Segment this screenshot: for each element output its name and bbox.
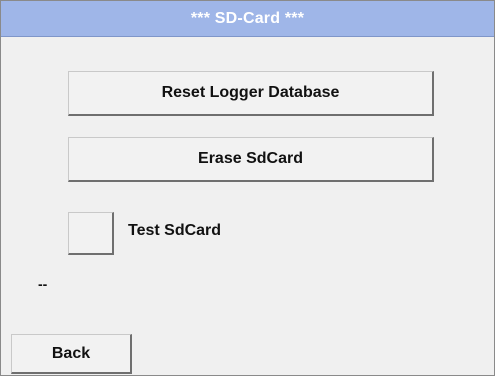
erase-sdcard-button[interactable]: Erase SdCard xyxy=(68,137,434,182)
test-sdcard-label: Test SdCard xyxy=(128,222,222,239)
test-sdcard-checkbox[interactable] xyxy=(68,212,114,255)
status-text: -- xyxy=(38,276,48,292)
reset-logger-database-button[interactable]: Reset Logger Database xyxy=(68,71,434,116)
window-title: *** SD-Card *** xyxy=(1,1,494,37)
sd-card-screen: *** SD-Card *** Reset Logger Database Er… xyxy=(0,0,495,376)
back-button[interactable]: Back xyxy=(11,334,132,374)
